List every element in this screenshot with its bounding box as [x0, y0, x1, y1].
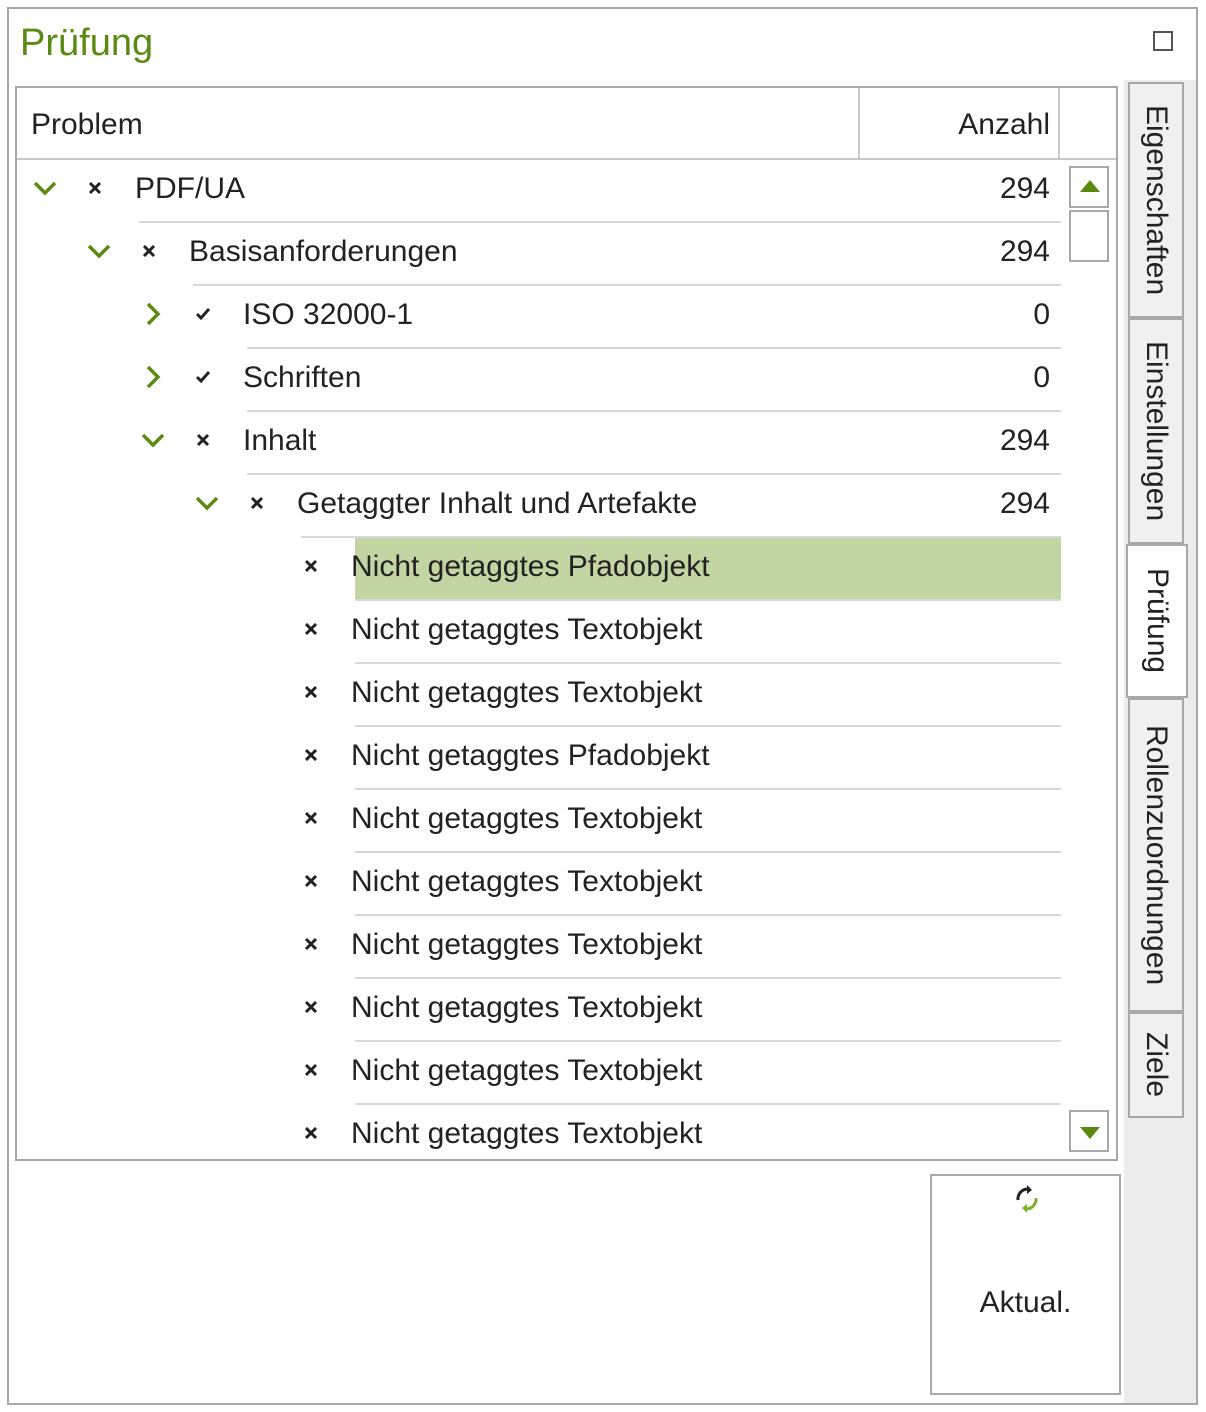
row-label: Getaggter Inhalt und Artefakte [297, 487, 698, 520]
chevron-right-icon[interactable] [139, 300, 167, 328]
row-count: 0 [1033, 361, 1050, 394]
error-x-icon [87, 178, 103, 202]
tab-pruefung[interactable]: Prüfung [1126, 544, 1188, 698]
error-x-icon [303, 682, 319, 706]
tree-row[interactable]: Nicht getaggtes Textobjekt [17, 601, 1116, 664]
tab-eigenschaften[interactable]: Eigenschaften [1128, 82, 1184, 318]
tree-row[interactable]: Nicht getaggtes Textobjekt [17, 790, 1116, 853]
error-x-icon [195, 430, 211, 454]
tree-row[interactable]: ISO 32000-1 0 [17, 286, 1116, 349]
tree-row[interactable]: Nicht getaggtes Pfadobjekt [17, 727, 1116, 790]
tree-row[interactable]: PDF/UA 294 [17, 160, 1116, 223]
row-label: Nicht getaggtes Textobjekt [351, 991, 703, 1024]
row-count: 0 [1033, 298, 1050, 331]
chevron-down-icon[interactable] [31, 174, 59, 202]
column-header-count[interactable]: Anzahl [958, 108, 1050, 142]
tab-label: Eigenschaften [1140, 104, 1173, 296]
tree-row[interactable]: Nicht getaggtes Pfadobjekt [17, 538, 1116, 601]
tree-row[interactable]: Nicht getaggtes Textobjekt [17, 664, 1116, 727]
row-label: Nicht getaggtes Textobjekt [351, 865, 703, 898]
row-label: Nicht getaggtes Textobjekt [351, 802, 703, 835]
tree-row[interactable]: Nicht getaggtes Textobjekt [17, 853, 1116, 916]
row-label: Basisanforderungen [189, 235, 458, 268]
tab-label: Ziele [1140, 1032, 1173, 1098]
chevron-right-icon[interactable] [139, 363, 167, 391]
error-x-icon [249, 493, 265, 517]
error-x-icon [303, 556, 319, 580]
error-x-icon [303, 1123, 319, 1147]
tab-ziele[interactable]: Ziele [1128, 1012, 1184, 1118]
problem-tree[interactable]: Problem Anzahl PDF/UA 294 Basisanforderung… [15, 86, 1118, 1161]
tab-rollenzuordnungen[interactable]: Rollenzuordnungen [1128, 698, 1184, 1012]
error-x-icon [303, 808, 319, 832]
panel-title: Prüfung [20, 22, 154, 64]
tree-row[interactable]: Inhalt 294 [17, 412, 1116, 475]
scroll-up-button[interactable] [1069, 166, 1109, 208]
tree-row[interactable]: Nicht getaggtes Textobjekt [17, 1105, 1116, 1159]
chevron-down-icon[interactable] [139, 426, 167, 454]
tree-row[interactable]: Nicht getaggtes Textobjekt [17, 979, 1116, 1042]
tab-label: Prüfung [1141, 568, 1174, 674]
row-label: Schriften [243, 361, 362, 394]
scrollbar-thumb[interactable] [1069, 210, 1109, 262]
row-count: 294 [999, 235, 1050, 268]
error-x-icon [303, 619, 319, 643]
row-label: Nicht getaggtes Textobjekt [351, 613, 703, 646]
row-count: 294 [999, 172, 1050, 205]
chevron-down-icon[interactable] [85, 237, 113, 265]
check-icon [195, 367, 211, 391]
tree-row[interactable]: Nicht getaggtes Textobjekt [17, 916, 1116, 979]
row-label: PDF/UA [135, 172, 246, 205]
column-divider[interactable] [1058, 88, 1060, 158]
tree-row[interactable]: Schriften 0 [17, 349, 1116, 412]
tree-row[interactable]: Basisanforderungen 294 [17, 223, 1116, 286]
refresh-label: Aktual. [979, 1286, 1072, 1319]
tab-einstellungen[interactable]: Einstellungen [1128, 318, 1184, 544]
row-label: Nicht getaggtes Pfadobjekt [351, 739, 710, 772]
tree-header: Problem Anzahl [17, 88, 1116, 160]
refresh-button[interactable]: Aktual. [930, 1174, 1121, 1395]
row-label: Nicht getaggtes Textobjekt [351, 676, 703, 709]
row-label: Nicht getaggtes Textobjekt [351, 928, 703, 961]
tree-row[interactable]: Getaggter Inhalt und Artefakte 294 [17, 475, 1116, 538]
error-x-icon [141, 241, 157, 265]
row-label: Nicht getaggtes Textobjekt [351, 1054, 703, 1087]
row-count: 294 [999, 424, 1050, 457]
error-x-icon [303, 997, 319, 1021]
check-icon [195, 304, 211, 328]
tab-label: Rollenzuordnungen [1140, 724, 1173, 986]
row-label: ISO 32000-1 [243, 298, 414, 331]
refresh-icon [1016, 1185, 1038, 1213]
row-label: Inhalt [243, 424, 317, 457]
tab-label: Einstellungen [1140, 340, 1173, 522]
row-label: Nicht getaggtes Pfadobjekt [351, 550, 710, 583]
row-label: Nicht getaggtes Textobjekt [351, 1117, 703, 1150]
maximize-button[interactable] [1153, 31, 1173, 51]
tree-row[interactable]: Nicht getaggtes Textobjekt [17, 1042, 1116, 1105]
column-header-problem[interactable]: Problem [31, 108, 143, 142]
chevron-down-icon[interactable] [193, 489, 221, 517]
scroll-down-button[interactable] [1069, 1110, 1109, 1152]
error-x-icon [303, 1060, 319, 1084]
error-x-icon [303, 871, 319, 895]
row-count: 294 [999, 487, 1050, 520]
error-x-icon [303, 745, 319, 769]
arrow-down-icon [1080, 1127, 1100, 1139]
error-x-icon [303, 934, 319, 958]
column-divider[interactable] [858, 88, 860, 158]
arrow-up-icon [1080, 180, 1100, 192]
